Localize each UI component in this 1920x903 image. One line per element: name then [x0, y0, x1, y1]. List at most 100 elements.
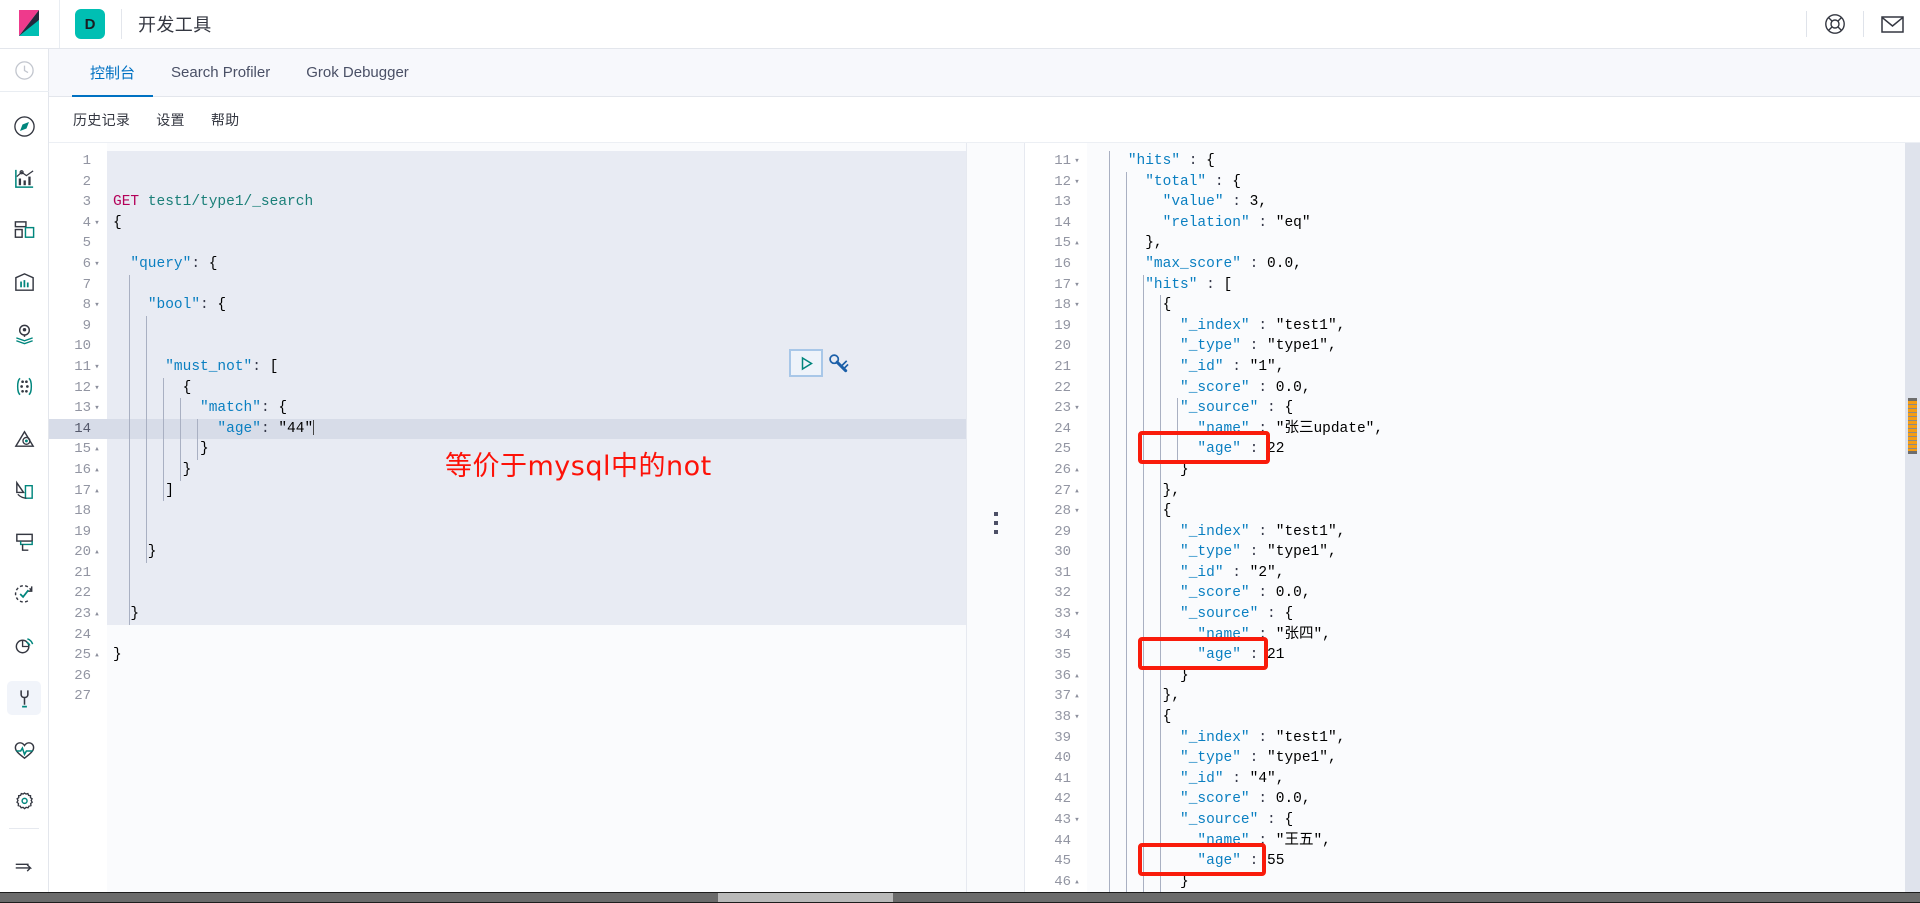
response-code-area[interactable]: "hits" : { "total" : { "value" : 3, "rel… — [1087, 143, 1920, 903]
fold-marker[interactable]: ▴ — [91, 481, 103, 502]
editor-code-area[interactable]: GET test1/type1/_search{ "query": { "boo… — [107, 143, 967, 903]
code-line[interactable]: "_type" : "type1", — [1087, 542, 1920, 563]
code-line[interactable]: }, — [1087, 233, 1920, 254]
sidebar-item-machine-learning[interactable] — [7, 421, 41, 455]
code-line[interactable] — [107, 563, 967, 584]
collapse-nav-button[interactable] — [7, 850, 41, 884]
code-line[interactable]: "match": { — [107, 398, 967, 419]
code-line[interactable]: }, — [1087, 481, 1920, 502]
code-line[interactable]: "age" : 21 — [1087, 645, 1920, 666]
tab-search-profiler[interactable]: Search Profiler — [153, 50, 288, 97]
code-line[interactable]: "name" : "王五", — [1087, 831, 1920, 852]
code-line[interactable] — [107, 501, 967, 522]
kibana-logo-cell[interactable] — [0, 0, 60, 48]
tab-console[interactable]: 控制台 — [72, 50, 154, 97]
code-line[interactable] — [107, 666, 967, 687]
fold-marker[interactable]: ▾ — [91, 254, 103, 275]
subnav-help-link[interactable]: 帮助 — [211, 110, 240, 130]
code-line[interactable] — [107, 625, 967, 646]
sidebar-item-management[interactable] — [7, 785, 41, 819]
code-line[interactable]: "_source" : { — [1087, 810, 1920, 831]
code-line[interactable]: "total" : { — [1087, 172, 1920, 193]
subnav-settings-link[interactable]: 设置 — [156, 110, 185, 130]
subnav-history-link[interactable]: 历史记录 — [73, 110, 130, 130]
code-line[interactable] — [107, 686, 967, 707]
code-line[interactable]: { — [1087, 295, 1920, 316]
response-pane[interactable]: 11 ▾ 12 ▾ 13 14 15 ▴ 16 17 ▾ 18 ▾ 19 20 21 22 23 ▾ 24 25 26 ▴ 2… — [1025, 143, 1920, 903]
pane-resize-handle[interactable] — [967, 143, 1025, 903]
fold-marker[interactable]: ▾ — [91, 398, 103, 419]
request-settings-button[interactable] — [828, 353, 849, 374]
fold-marker[interactable]: ▾ — [1071, 172, 1083, 193]
sidebar-item-monitoring[interactable] — [7, 733, 41, 767]
fold-marker[interactable]: ▴ — [1071, 686, 1083, 707]
code-line[interactable]: "value" : 3, — [1087, 192, 1920, 213]
fold-marker[interactable]: ▾ — [1071, 295, 1083, 316]
code-line[interactable]: "name" : "张四", — [1087, 625, 1920, 646]
app-badge[interactable]: D — [75, 9, 105, 39]
scrollbar-thumb[interactable] — [1908, 398, 1917, 454]
code-line[interactable]: "hits" : [ — [1087, 275, 1920, 296]
code-line[interactable]: "_id" : "1", — [1087, 357, 1920, 378]
fold-marker[interactable]: ▴ — [91, 439, 103, 460]
fold-marker[interactable]: ▴ — [91, 604, 103, 625]
code-line[interactable]: } — [107, 645, 967, 666]
recently-viewed-button[interactable] — [0, 49, 49, 91]
response-viewer[interactable]: 11 ▾ 12 ▾ 13 14 15 ▴ 16 17 ▾ 18 ▾ 19 20 21 22 23 ▾ 24 25 26 ▴ 2… — [1025, 143, 1920, 903]
code-line[interactable]: "name" : "张三update", — [1087, 419, 1920, 440]
code-line[interactable]: "_index" : "test1", — [1087, 316, 1920, 337]
code-line[interactable]: } — [107, 604, 967, 625]
code-line[interactable]: { — [107, 378, 967, 399]
code-line[interactable]: "_score" : 0.0, — [1087, 583, 1920, 604]
code-line[interactable] — [107, 172, 967, 193]
code-line[interactable]: }, — [1087, 686, 1920, 707]
code-line[interactable] — [107, 522, 967, 543]
code-line[interactable]: "age": "44" — [107, 418, 967, 440]
request-editor-pane[interactable]: 1 2 3 4 ▾ 5 6 ▾ 7 8 ▾ 9 10 11 ▾ 12 ▾ 13 ▾ 14 15 ▴ 16 ▴ 17 ▴ 18 19 20… — [49, 143, 967, 903]
code-line[interactable]: "_score" : 0.0, — [1087, 789, 1920, 810]
sidebar-item-maps[interactable] — [7, 317, 41, 351]
code-line[interactable]: "_type" : "type1", — [1087, 748, 1920, 769]
code-line[interactable]: "_id" : "2", — [1087, 563, 1920, 584]
code-line[interactable]: "_source" : { — [1087, 398, 1920, 419]
window-horizontal-scrollbar[interactable] — [0, 892, 1920, 903]
editor-gutter[interactable]: 1 2 3 4 ▾ 5 6 ▾ 7 8 ▾ 9 10 11 ▾ 12 ▾ 13 ▾ 14 15 ▴ 16 ▴ 17 ▴ 18 19 20… — [49, 143, 107, 903]
code-line[interactable] — [107, 233, 967, 254]
fold-marker[interactable]: ▾ — [91, 295, 103, 316]
code-line[interactable]: "age" : 55 — [1087, 851, 1920, 872]
help-button[interactable] — [1807, 0, 1863, 48]
fold-marker[interactable]: ▴ — [1071, 666, 1083, 687]
scrollbar-thumb-horizontal[interactable] — [718, 893, 893, 902]
sidebar-item-dev-tools[interactable] — [7, 681, 41, 715]
fold-marker[interactable]: ▴ — [91, 542, 103, 563]
fold-marker[interactable]: ▾ — [1071, 810, 1083, 831]
sidebar-item-uptime[interactable] — [7, 577, 41, 611]
fold-marker[interactable]: ▴ — [1071, 481, 1083, 502]
code-line[interactable]: "_index" : "test1", — [1087, 728, 1920, 749]
sidebar-item-dashboard[interactable] — [7, 213, 41, 247]
code-line[interactable]: "hits" : { — [1087, 151, 1920, 172]
fold-marker[interactable]: ▾ — [1071, 604, 1083, 625]
mail-button[interactable] — [1864, 0, 1920, 48]
code-line[interactable]: "_score" : 0.0, — [1087, 378, 1920, 399]
request-editor[interactable]: 1 2 3 4 ▾ 5 6 ▾ 7 8 ▾ 9 10 11 ▾ 12 ▾ 13 ▾ 14 15 ▴ 16 ▴ 17 ▴ 18 19 20… — [49, 143, 967, 903]
code-line[interactable] — [107, 275, 967, 296]
fold-marker[interactable]: ▴ — [1071, 460, 1083, 481]
sidebar-item-siem[interactable] — [7, 629, 41, 663]
sidebar-item-apm[interactable] — [7, 473, 41, 507]
sidebar-item-canvas[interactable] — [7, 265, 41, 299]
code-line[interactable] — [107, 151, 967, 172]
code-line[interactable]: "age" : 22 — [1087, 439, 1920, 460]
code-line[interactable]: { — [1087, 501, 1920, 522]
fold-marker[interactable]: ▾ — [91, 378, 103, 399]
code-line[interactable]: "_index" : "test1", — [1087, 522, 1920, 543]
sidebar-item-graph[interactable] — [7, 369, 41, 403]
fold-marker[interactable]: ▴ — [1071, 872, 1083, 893]
code-line[interactable] — [107, 583, 967, 604]
code-line[interactable]: ] — [107, 481, 967, 502]
tab-grok-debugger[interactable]: Grok Debugger — [288, 50, 427, 97]
code-line[interactable]: { — [107, 213, 967, 234]
code-line[interactable]: } — [1087, 666, 1920, 687]
fold-marker[interactable]: ▾ — [91, 357, 103, 378]
code-line[interactable]: "_id" : "4", — [1087, 769, 1920, 790]
